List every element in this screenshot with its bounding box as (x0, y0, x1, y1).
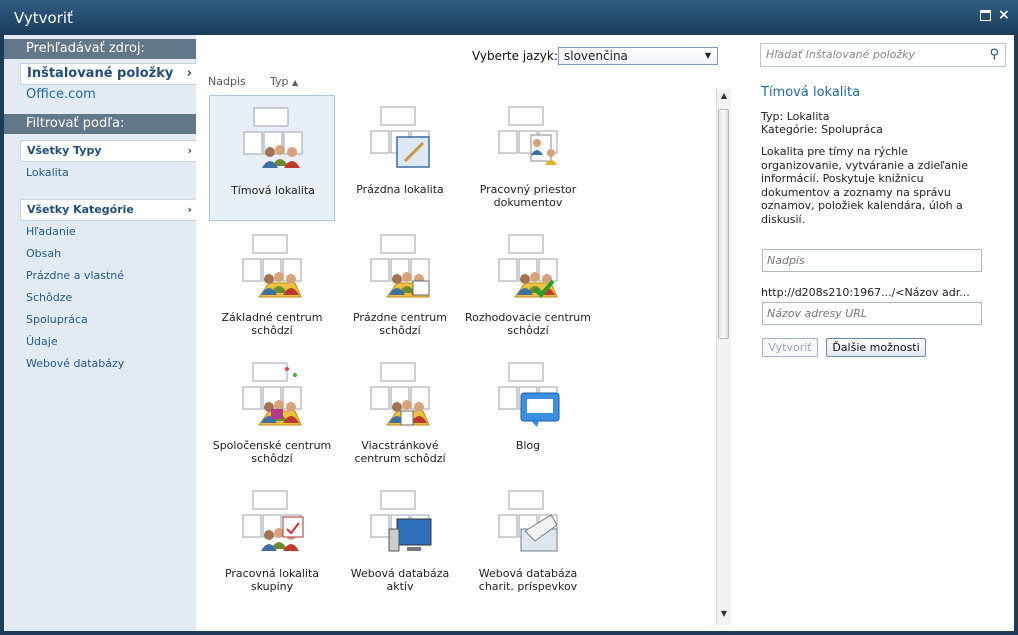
sort-by-type[interactable]: Typ ▲ (270, 75, 298, 88)
chevron-right-icon: › (187, 203, 192, 216)
filter-all-types[interactable]: Všetky Typy › (20, 140, 196, 162)
close-icon[interactable]: × (998, 8, 1010, 22)
category-spolupraca[interactable]: Spolupráca (26, 313, 88, 326)
template-tile[interactable]: Webová databáza charit. príspevkov (465, 479, 591, 605)
template-tile[interactable]: Základné centrum schôdzí (209, 223, 335, 349)
details-title: Tímová lokalita (761, 85, 861, 100)
category-hladanie[interactable]: Hľadanie (26, 225, 76, 238)
template-tile[interactable]: Spoločenské centrum schôdzí (209, 351, 335, 477)
details-description: Lokalita pre tímy na rýchle organizovani… (761, 145, 968, 226)
sort-by-type-label: Typ (270, 75, 289, 88)
sort-ascending-icon: ▲ (292, 78, 299, 87)
template-tile[interactable]: Prázdna lokalita (337, 95, 463, 221)
search-placeholder: Hľadať Inštalované položky (766, 48, 916, 61)
source-installed-items[interactable]: Inštalované položky › (20, 63, 196, 85)
social-meeting-icon (239, 361, 305, 427)
filter-all-types-label: Všetky Typy (27, 144, 102, 157)
scroll-down-icon[interactable]: ▼ (717, 609, 731, 623)
template-tile[interactable]: Webová databáza aktív (337, 479, 463, 605)
language-value: slovenčina (564, 49, 628, 63)
source-installed-label: Inštalované položky (27, 66, 174, 81)
template-tile-label: Pracovný priestor dokumentov (479, 183, 577, 209)
template-tile[interactable]: Rozhodovacie centrum schôdzí (465, 223, 591, 349)
chevron-right-icon: › (187, 144, 192, 157)
template-tile-label: Webová databáza charit. príspevkov (478, 567, 578, 593)
category-obsah[interactable]: Obsah (26, 247, 61, 260)
template-tile-label: Spoločenské centrum schôdzí (212, 439, 332, 465)
dialog-title: Vytvoriť (14, 9, 73, 27)
template-tile[interactable]: Pracovná lokalita skupiny (209, 479, 335, 605)
create-button[interactable]: Vytvoriť (762, 338, 818, 357)
template-tile[interactable]: Pracovný priestor dokumentov (465, 95, 591, 221)
title-bar: Vytvoriť × (0, 0, 1018, 35)
template-tile-label: Tímová lokalita (231, 184, 315, 197)
sidebar: Prehľadávať zdroj: Inštalované položky ›… (4, 35, 197, 631)
template-tile-label: Prázdne centrum schôdzí (352, 311, 447, 337)
filter-all-categories-label: Všetky Kategórie (27, 203, 134, 216)
category-schodze[interactable]: Schôdze (26, 291, 72, 304)
basic-meeting-icon (239, 233, 305, 299)
blog-icon (495, 361, 561, 427)
decision-meeting-icon (495, 233, 561, 299)
template-tile-label: Blog (515, 439, 541, 452)
chevron-right-icon: › (186, 66, 192, 81)
source-office-com[interactable]: Office.com (26, 87, 96, 102)
template-tile-label: Rozhodovacie centrum schôdzí (465, 311, 591, 337)
category-udaje[interactable]: Údaje (26, 335, 58, 348)
details-panel: Hľadať Inštalované položky ⚲ Tímová loka… (744, 35, 1014, 631)
filter-header: Filtrovať podľa: (4, 114, 196, 134)
details-type: Typ: Lokalita (761, 110, 830, 123)
language-label: Vyberte jazyk: (472, 49, 558, 63)
template-tile[interactable]: Blog (465, 351, 591, 477)
template-tile-label: Webová databáza aktív (350, 567, 450, 593)
browse-header: Prehľadávať zdroj: (4, 39, 196, 59)
category-webove-databazy[interactable]: Webové databázy (26, 357, 124, 370)
chevron-down-icon: ▼ (704, 51, 711, 60)
filter-type-lokalita[interactable]: Lokalita (26, 166, 69, 179)
maximize-icon[interactable] (980, 10, 991, 21)
sort-by-title[interactable]: Nadpis (208, 75, 246, 88)
scroll-up-icon[interactable]: ▲ (717, 91, 731, 105)
search-input[interactable]: Hľadať Inštalované položky ⚲ (760, 43, 1006, 67)
group-work-site-icon (239, 489, 305, 555)
template-tile[interactable]: Prázdne centrum schôdzí (337, 223, 463, 349)
charitable-contributions-icon (495, 489, 561, 555)
category-prazdne-a-vlastne[interactable]: Prázdne a vlastné (26, 269, 124, 282)
search-icon[interactable]: ⚲ (989, 44, 999, 66)
template-tile-label: Prázdna lokalita (356, 183, 444, 196)
template-gallery: Vyberte jazyk: slovenčina ▼ Nadpis Typ ▲… (196, 35, 736, 631)
document-workspace-icon (495, 105, 561, 171)
filter-all-categories[interactable]: Všetky Kategórie › (20, 199, 196, 221)
template-tile[interactable]: Tímová lokalita (209, 95, 335, 221)
dialog-body: Prehľadávať zdroj: Inštalované položky ›… (4, 35, 1014, 631)
template-tile-label: Viacstránkové centrum schôdzí (354, 439, 446, 465)
template-tile-label: Pracovná lokalita skupiny (224, 567, 320, 593)
multipage-meeting-icon (367, 361, 433, 427)
blank-meeting-icon (367, 233, 433, 299)
team-site-icon (240, 106, 306, 172)
language-select[interactable]: slovenčina ▼ (558, 47, 718, 65)
template-tile-label: Základné centrum schôdzí (221, 311, 323, 337)
scrollbar-thumb[interactable] (718, 109, 729, 339)
template-tile[interactable]: Viacstránkové centrum schôdzí (337, 351, 463, 477)
details-category: Kategórie: Spolupráca (761, 123, 883, 136)
title-input[interactable]: Nadpis (762, 249, 982, 272)
url-prefix: http://d208s210:1967.../<Názov adr... (761, 286, 970, 299)
url-name-input[interactable]: Názov adresy URL (762, 302, 982, 325)
gallery-scrollbar[interactable]: ▲ ▼ (716, 89, 731, 625)
blank-site-icon (367, 105, 433, 171)
assets-database-icon (367, 489, 433, 555)
more-options-button[interactable]: Ďalšie možnosti (826, 338, 926, 357)
